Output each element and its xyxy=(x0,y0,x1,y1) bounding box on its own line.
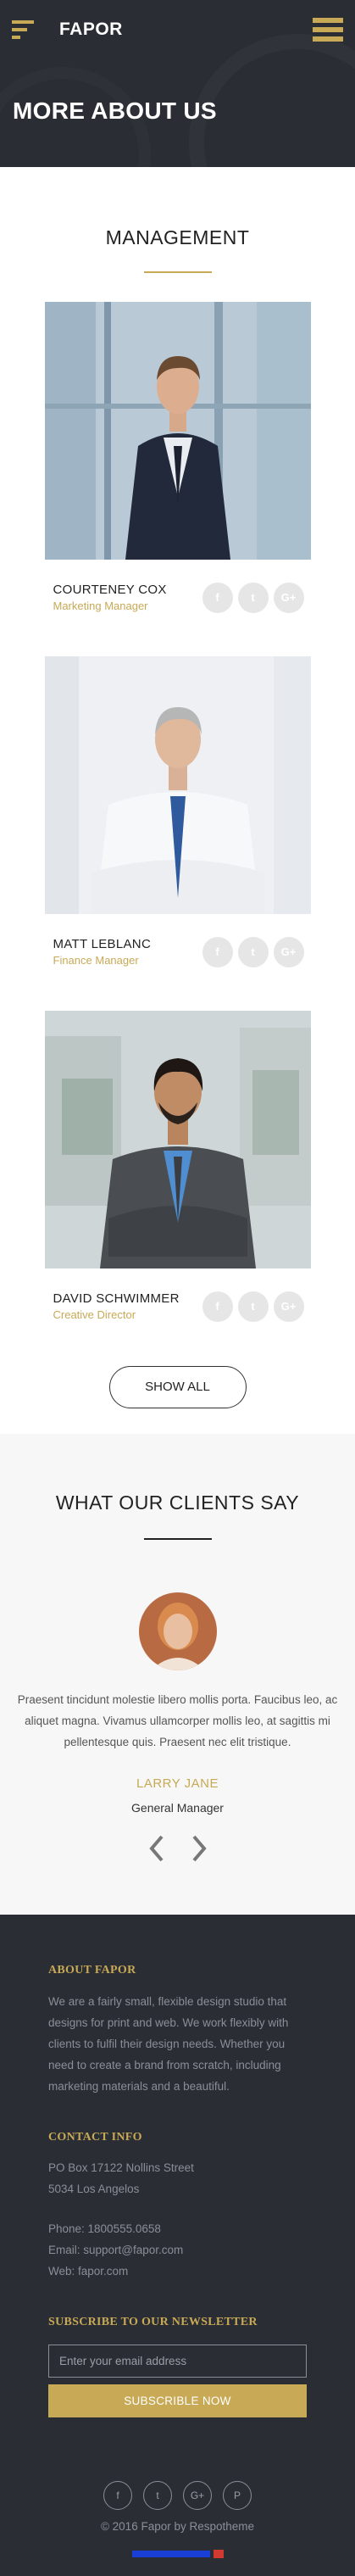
client-name: LARRY JANE xyxy=(136,1776,219,1791)
section-divider xyxy=(143,1538,212,1540)
team-member-name: DAVID SCHWIMMER xyxy=(53,1291,180,1306)
logo-icon[interactable] xyxy=(12,20,36,39)
facebook-icon[interactable]: f xyxy=(202,1291,233,1322)
about-text: We are a fairly small, flexible design s… xyxy=(48,1995,289,2093)
team-member-card: MATT LEBLANC Finance Manager f t G+ xyxy=(44,656,311,971)
web-text[interactable]: Web: fapor.com xyxy=(48,2261,307,2282)
hero-section: FAPOR MORE ABOUT US xyxy=(0,0,355,167)
contact-block: CONTACT INFO PO Box 17122 Nollins Street… xyxy=(48,2131,307,2282)
team-member-role: Marketing Manager xyxy=(53,599,148,612)
google-plus-icon[interactable]: G+ xyxy=(273,582,304,613)
management-title: MANAGEMENT xyxy=(105,226,250,248)
newsletter-email-input[interactable] xyxy=(48,2345,307,2378)
footer-bottom: f t G+ P © 2016 Fapor by Respotheme xyxy=(0,2481,355,2576)
facebook-icon[interactable]: f xyxy=(103,2481,132,2510)
testimonials-title: WHAT OUR CLIENTS SAY xyxy=(55,1492,300,1514)
chevron-right-icon[interactable] xyxy=(184,1833,214,1864)
team-member-card: DAVID SCHWIMMER Creative Director f t G+ xyxy=(44,1011,311,1325)
twitter-icon[interactable]: t xyxy=(143,2481,172,2510)
client-role: General Manager xyxy=(131,1801,224,1815)
management-section: MANAGEMENT COURTENEY COX Marketing Manag… xyxy=(0,167,355,1434)
team-member-name: MATT LEBLANC xyxy=(53,937,152,951)
subscribe-button[interactable]: SUBSCRIBLE NOW xyxy=(48,2384,307,2417)
twitter-icon[interactable]: t xyxy=(237,582,269,613)
footer-socials: f t G+ P xyxy=(0,2481,355,2510)
watermark xyxy=(0,2550,355,2558)
section-divider xyxy=(143,271,212,273)
twitter-icon[interactable]: t xyxy=(237,936,269,967)
site-footer: ABOUT FAPOR We are a fairly small, flexi… xyxy=(0,1915,355,2576)
team-member-socials: f t G+ xyxy=(202,582,304,613)
team-member-info: MATT LEBLANC Finance Manager f t G+ xyxy=(45,914,311,971)
show-all-button[interactable]: SHOW ALL xyxy=(108,1366,247,1408)
address-line: 5034 Los Angelos xyxy=(48,2183,140,2195)
team-member-info: DAVID SCHWIMMER Creative Director f t G+ xyxy=(45,1268,311,1325)
about-heading: ABOUT FAPOR xyxy=(48,1964,136,1977)
facebook-icon[interactable]: f xyxy=(202,936,233,967)
team-member-photo xyxy=(44,302,311,560)
team-member-role: Finance Manager xyxy=(53,954,139,967)
copyright-text: © 2016 Fapor by Respotheme xyxy=(100,2520,255,2533)
team-member-socials: f t G+ xyxy=(202,936,304,967)
testimonial-navigation xyxy=(0,1833,355,1864)
hamburger-menu-icon[interactable] xyxy=(313,18,343,42)
about-block: ABOUT FAPOR We are a fairly small, flexi… xyxy=(48,1964,307,2097)
team-member-role: Creative Director xyxy=(53,1308,136,1321)
team-member-name: COURTENEY COX xyxy=(53,583,167,597)
brand-name[interactable]: FAPOR xyxy=(59,20,123,40)
page-title: MORE ABOUT US xyxy=(13,98,217,124)
team-member-card: COURTENEY COX Marketing Manager f t G+ xyxy=(44,302,311,616)
twitter-icon[interactable]: t xyxy=(237,1291,269,1322)
newsletter-block: SUBSCRIBE TO OUR NEWSLETTER SUBSCRIBLE N… xyxy=(48,2316,307,2417)
team-member-socials: f t G+ xyxy=(202,1291,304,1322)
chevron-left-icon[interactable] xyxy=(141,1833,172,1864)
phone-text: Phone: 1800555.0658 xyxy=(48,2222,161,2235)
testimonials-section: WHAT OUR CLIENTS SAY Praesent tincidunt … xyxy=(0,1434,355,1915)
facebook-icon[interactable]: f xyxy=(202,582,233,613)
team-list: COURTENEY COX Marketing Manager f t G+ M… xyxy=(0,302,355,1325)
top-navbar: FAPOR xyxy=(0,0,355,59)
testimonial-quote: Praesent tincidunt molestie libero molli… xyxy=(17,1693,338,1748)
client-avatar xyxy=(138,1592,217,1670)
newsletter-heading: SUBSCRIBE TO OUR NEWSLETTER xyxy=(48,2316,258,2328)
google-plus-icon[interactable]: G+ xyxy=(183,2481,212,2510)
google-plus-icon[interactable]: G+ xyxy=(273,936,304,967)
email-text[interactable]: Email: support@fapor.com xyxy=(48,2239,307,2261)
pinterest-icon[interactable]: P xyxy=(223,2481,252,2510)
team-member-photo xyxy=(44,656,311,914)
address-line: PO Box 17122 Nollins Street xyxy=(48,2161,194,2174)
google-plus-icon[interactable]: G+ xyxy=(273,1291,304,1322)
contact-heading: CONTACT INFO xyxy=(48,2131,142,2144)
team-member-info: COURTENEY COX Marketing Manager f t G+ xyxy=(45,560,311,616)
team-member-photo xyxy=(44,1011,311,1268)
